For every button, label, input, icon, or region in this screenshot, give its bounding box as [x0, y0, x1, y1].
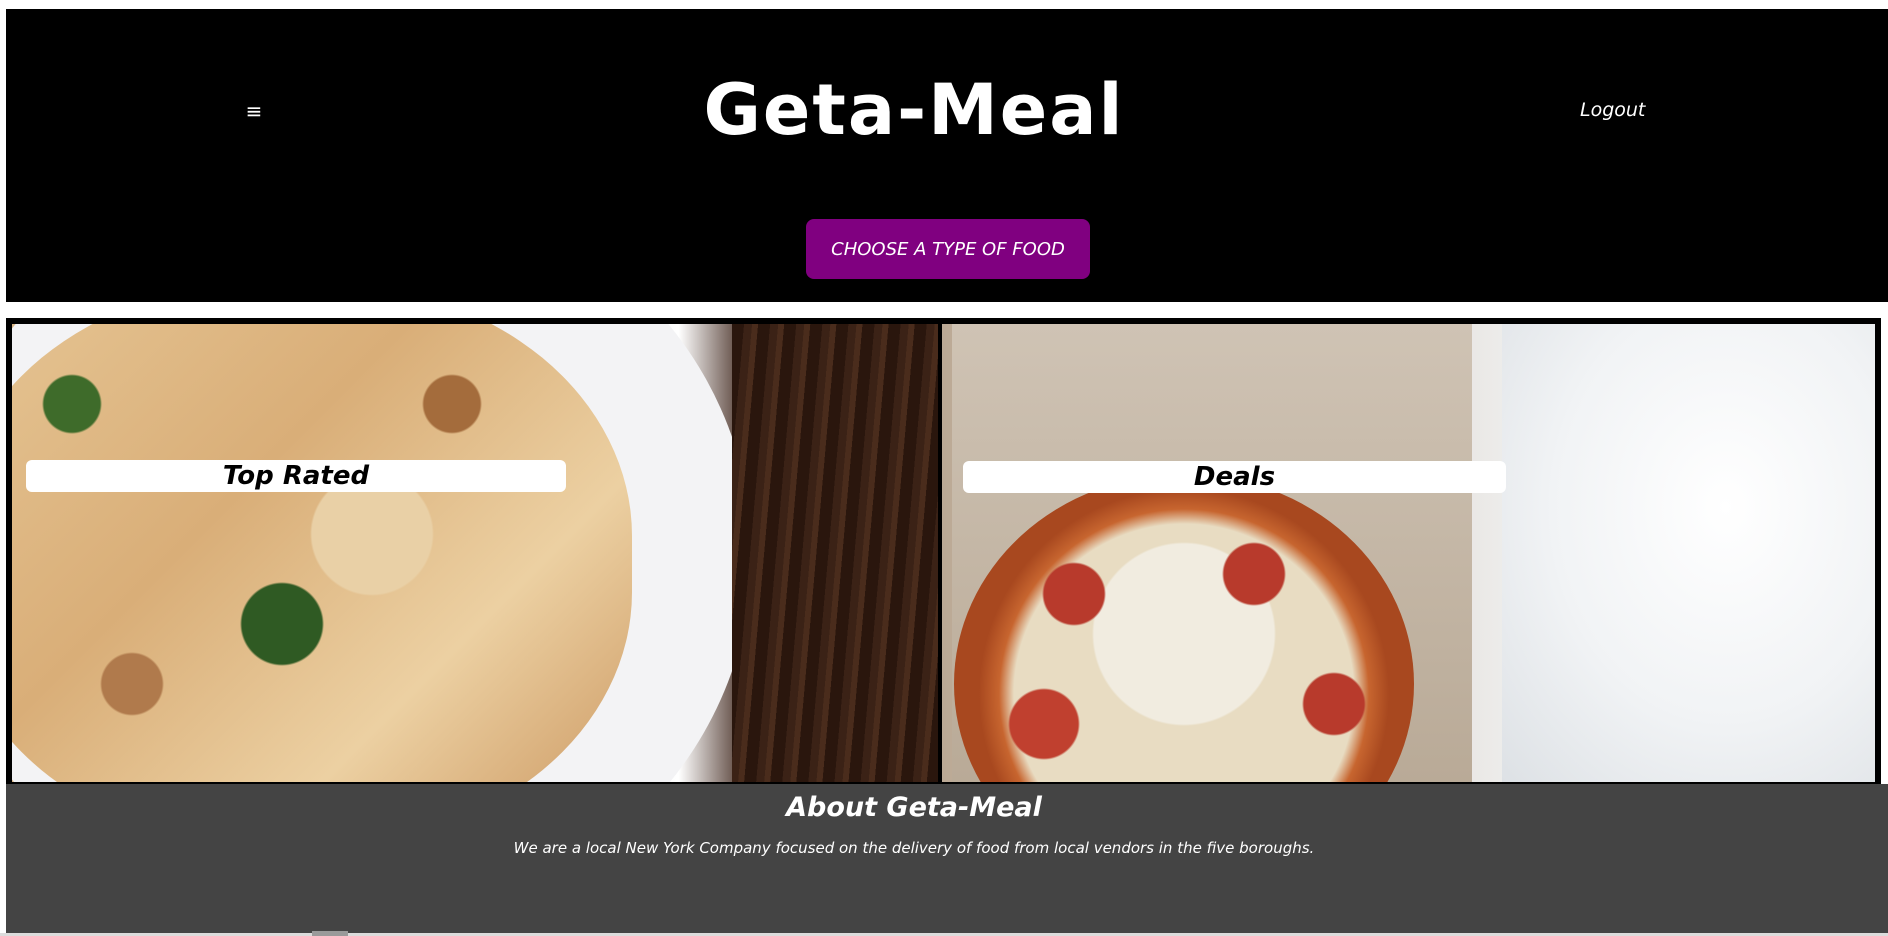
top-rated-label: Top Rated [26, 460, 566, 492]
choose-food-type-button[interactable]: CHOOSE A TYPE OF FOOD [806, 219, 1090, 279]
about-title: About Geta-Meal [786, 792, 1042, 823]
top-rated-card[interactable]: Top Rated [12, 324, 938, 782]
pasta-food-image [12, 324, 632, 782]
about-section: About Geta-Meal We are a local New York … [6, 784, 1888, 933]
deals-card[interactable]: Deals [942, 324, 1875, 782]
cloth-image [1502, 324, 1875, 782]
logout-link[interactable]: Logout [1580, 99, 1645, 121]
about-text: We are a local New York Company focused … [513, 839, 1315, 857]
deals-label: Deals [963, 461, 1506, 493]
wood-table-image [732, 324, 938, 782]
site-header: ≡ Geta-Meal Logout CHOOSE A TYPE OF FOOD [6, 9, 1888, 302]
scrollbar-thumb[interactable] [312, 931, 348, 936]
category-cards: Top Rated Deals [6, 318, 1881, 784]
